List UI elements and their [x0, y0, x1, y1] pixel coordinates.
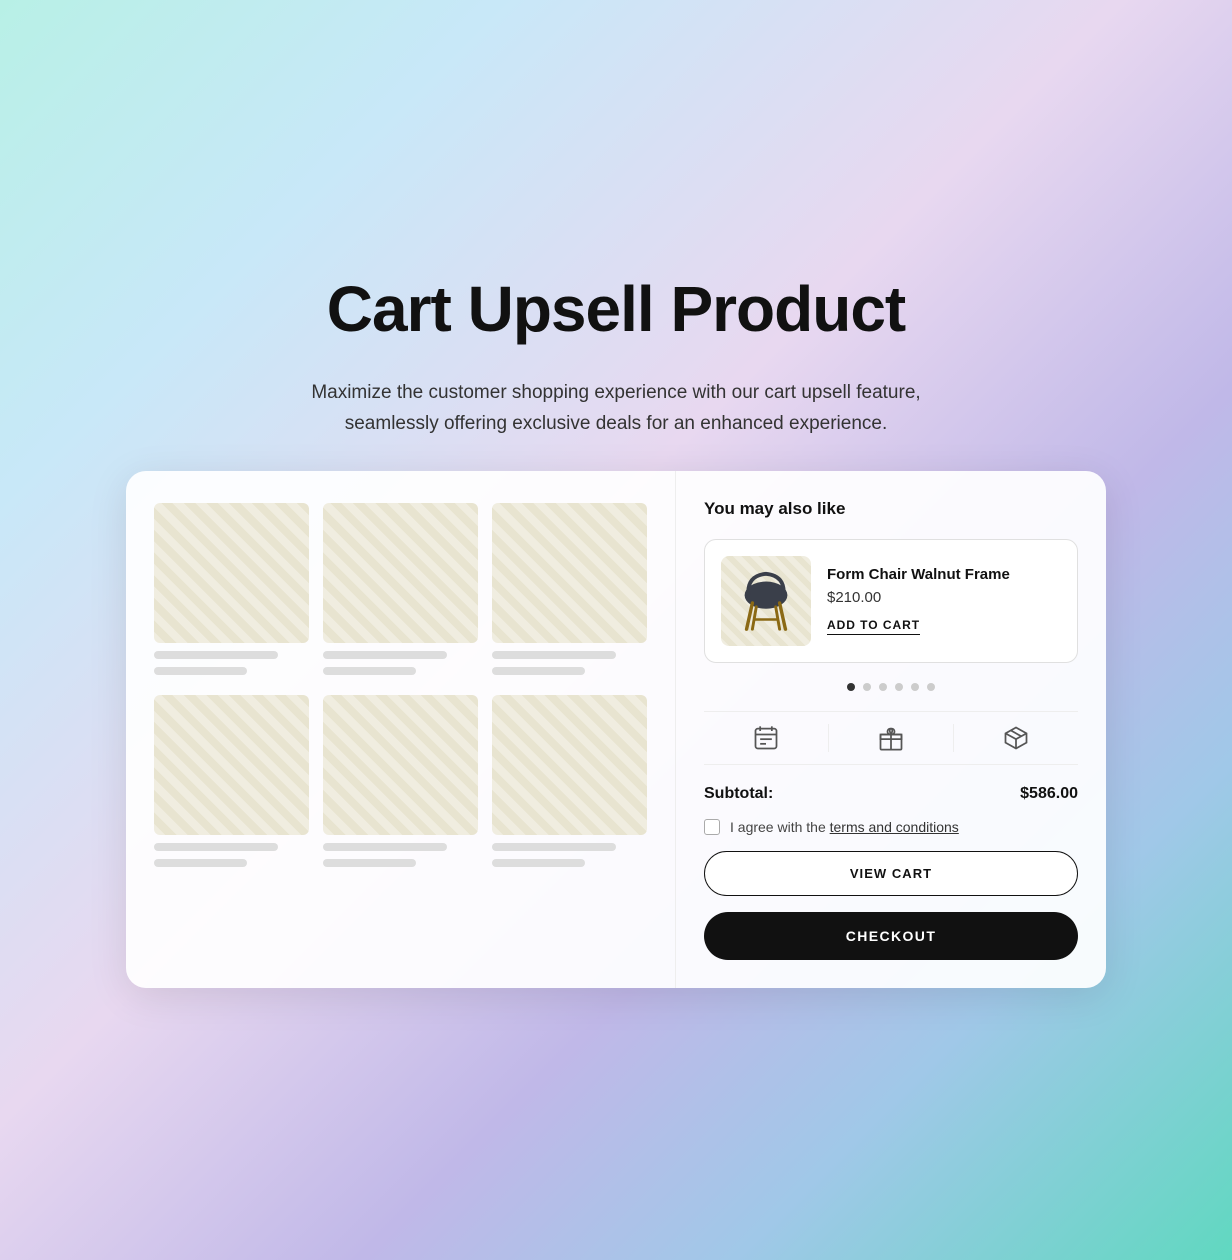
skeleton-line	[492, 651, 616, 659]
page-title: Cart Upsell Product	[327, 272, 905, 346]
terms-link[interactable]: terms and conditions	[830, 819, 959, 835]
skeleton-grid-bottom	[154, 695, 647, 867]
skeleton-item	[492, 503, 647, 675]
dot-1[interactable]	[847, 683, 855, 691]
product-info: Form Chair Walnut Frame $210.00 ADD TO C…	[827, 566, 1061, 635]
page-subtitle: Maximize the customer shopping experienc…	[266, 378, 966, 439]
subtotal-label: Subtotal:	[704, 785, 773, 803]
skeleton-line	[492, 843, 616, 851]
skeleton-image	[154, 695, 309, 835]
skeleton-image	[323, 695, 478, 835]
skeleton-image	[154, 503, 309, 643]
view-cart-button[interactable]: VIEW CART	[704, 851, 1078, 896]
skeleton-image	[492, 503, 647, 643]
terms-checkbox[interactable]	[704, 819, 720, 835]
dot-6[interactable]	[927, 683, 935, 691]
gift-icon-cell[interactable]	[829, 724, 954, 752]
terms-row: I agree with the terms and conditions	[704, 819, 1078, 835]
terms-text: I agree with the terms and conditions	[730, 819, 959, 835]
box-icon-cell[interactable]	[954, 724, 1078, 752]
calendar-icon-cell[interactable]	[704, 724, 829, 752]
skeleton-line	[323, 859, 416, 867]
carousel-dots	[704, 683, 1078, 691]
main-card: You may also like	[126, 471, 1106, 988]
skeleton-line	[154, 667, 247, 675]
skeleton-line	[492, 667, 585, 675]
skeleton-item	[492, 695, 647, 867]
skeleton-grid-top	[154, 503, 647, 675]
chair-icon	[736, 566, 796, 636]
add-to-cart-button[interactable]: ADD TO CART	[827, 618, 920, 635]
subtotal-row: Subtotal: $586.00	[704, 785, 1078, 803]
skeleton-line	[154, 651, 278, 659]
calendar-icon	[752, 724, 780, 752]
skeleton-item	[323, 695, 478, 867]
skeleton-line	[492, 859, 585, 867]
skeleton-line	[323, 667, 416, 675]
left-panel	[126, 471, 676, 988]
skeleton-image	[492, 695, 647, 835]
skeleton-item	[154, 503, 309, 675]
skeleton-image	[323, 503, 478, 643]
box-icon	[1002, 724, 1030, 752]
icons-row	[704, 711, 1078, 765]
right-panel: You may also like	[676, 471, 1106, 988]
skeleton-line	[154, 843, 278, 851]
dot-2[interactable]	[863, 683, 871, 691]
upsell-section-title: You may also like	[704, 499, 1078, 519]
upsell-product-card: Form Chair Walnut Frame $210.00 ADD TO C…	[704, 539, 1078, 663]
subtotal-value: $586.00	[1020, 785, 1078, 803]
checkout-button[interactable]: CHECKOUT	[704, 912, 1078, 960]
product-image-container	[721, 556, 811, 646]
skeleton-line	[323, 651, 447, 659]
product-price: $210.00	[827, 589, 1061, 606]
dot-5[interactable]	[911, 683, 919, 691]
page-wrapper: Cart Upsell Product Maximize the custome…	[40, 272, 1192, 988]
gift-icon	[877, 724, 905, 752]
skeleton-line	[154, 859, 247, 867]
dot-3[interactable]	[879, 683, 887, 691]
product-name: Form Chair Walnut Frame	[827, 566, 1061, 583]
skeleton-item	[154, 695, 309, 867]
dot-4[interactable]	[895, 683, 903, 691]
skeleton-item	[323, 503, 478, 675]
skeleton-line	[323, 843, 447, 851]
